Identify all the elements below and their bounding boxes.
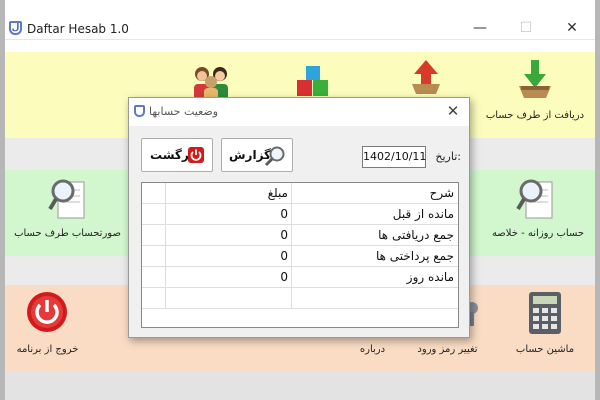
- amount-header: مبلغ: [166, 183, 292, 203]
- tile-daily-summary[interactable]: حساب روزانه - خلاصه: [483, 174, 593, 246]
- document-magnifier-icon: [516, 179, 553, 219]
- tile-cubes[interactable]: [290, 62, 336, 102]
- tile-receive-from-party[interactable]: دریافت از طرف حساب: [480, 58, 590, 130]
- title-bar: ل Daftar Hesab 1.0 — ☐ ✕: [5, 0, 595, 40]
- app-logo-icon: [134, 105, 145, 117]
- dialog-title: وضعیت حسابها: [149, 105, 219, 118]
- report-button[interactable]: گزارش: [221, 138, 293, 172]
- app-title: Daftar Hesab 1.0: [27, 22, 129, 36]
- amount-cell: [166, 288, 292, 308]
- tile-label: ماشین حساب: [515, 344, 575, 355]
- table-row[interactable]: 0 مانده از قبل: [142, 204, 458, 225]
- description-cell: [292, 288, 458, 308]
- magnifier-icon: [264, 146, 285, 167]
- description-cell: جمع پرداختی ها: [375, 249, 454, 263]
- date-field[interactable]: 1402/10/11: [362, 146, 426, 168]
- account-status-dialog: وضعیت حسابها ✕ برگشت گزارش تاریخ: 1402/1…: [128, 97, 470, 338]
- people-icon: [194, 67, 228, 101]
- table-row[interactable]: 0 جمع پرداختی ها: [142, 246, 458, 267]
- date-label: تاریخ:: [435, 150, 461, 163]
- tile-label: حساب روزانه - خلاصه: [491, 228, 585, 239]
- tile-label: صورتحساب طرف حساب: [14, 228, 121, 239]
- description-cell: جمع دریافتی ها: [378, 228, 454, 242]
- description-header: شرح: [429, 186, 454, 200]
- tile-label: خروج از برنامه: [16, 344, 79, 355]
- tile-label: درباره: [359, 344, 386, 355]
- table-row[interactable]: 0 مانده روز: [142, 267, 458, 288]
- dialog-close-button[interactable]: ✕: [443, 101, 463, 121]
- row-indicator-cell: [142, 183, 166, 203]
- tile-exit-program[interactable]: خروج از برنامه: [10, 290, 85, 362]
- download-arrow-icon: [519, 60, 551, 98]
- dialog-title-bar: وضعیت حسابها ✕: [129, 98, 469, 126]
- close-button[interactable]: ✕: [549, 17, 595, 39]
- upload-arrow-icon: [412, 60, 440, 94]
- footer-band: [5, 371, 595, 400]
- row-indicator-cell: [142, 267, 166, 287]
- description-cell: مانده روز: [406, 270, 454, 284]
- document-magnifier-icon: [48, 179, 85, 219]
- tile-party-statement[interactable]: صورتحساب طرف حساب: [10, 174, 125, 246]
- calculator-icon: [529, 292, 561, 334]
- row-indicator-cell: [142, 246, 166, 266]
- table-header-row: مبلغ شرح: [142, 183, 458, 204]
- tile-label: تغییر رمز ورود: [417, 344, 478, 355]
- account-status-table: مبلغ شرح 0 مانده از قبل 0 جمع دریافتی ها…: [141, 182, 459, 328]
- power-icon: [27, 292, 67, 332]
- row-indicator-cell: [142, 225, 166, 245]
- back-button[interactable]: برگشت: [141, 138, 213, 172]
- minimize-button[interactable]: —: [457, 17, 503, 39]
- amount-cell: 0: [166, 225, 292, 245]
- tile-calculator[interactable]: ماشین حساب: [505, 290, 585, 362]
- tile-send[interactable]: [405, 58, 447, 98]
- tile-people[interactable]: [185, 62, 237, 102]
- row-indicator-cell: [142, 204, 166, 224]
- description-cell: مانده از قبل: [392, 207, 454, 221]
- amount-cell: 0: [166, 246, 292, 266]
- table-row[interactable]: 0 جمع دریافتی ها: [142, 225, 458, 246]
- tile-label: دریافت از طرف حساب: [485, 110, 585, 121]
- table-row-empty: [142, 288, 458, 309]
- maximize-button[interactable]: ☐: [503, 17, 549, 39]
- amount-cell: 0: [166, 204, 292, 224]
- app-logo-icon: ل: [9, 21, 22, 35]
- amount-cell: 0: [166, 267, 292, 287]
- power-icon: [188, 147, 204, 163]
- right-frame-strip: [595, 0, 600, 400]
- row-indicator-cell: [142, 288, 166, 308]
